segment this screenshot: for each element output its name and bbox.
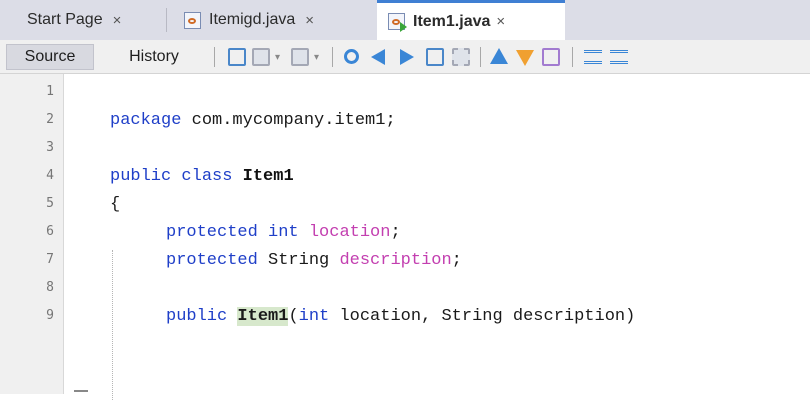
line-number: 1 <box>46 84 54 99</box>
editor-toolbar: Source History ▾ ▾ <box>0 40 810 74</box>
keyword: protected <box>166 223 258 242</box>
keyword: public <box>166 307 228 326</box>
code-text: { <box>110 195 121 214</box>
java-run-file-icon <box>388 13 407 32</box>
find-previous-icon[interactable] <box>371 49 385 65</box>
find-selection-icon[interactable] <box>344 49 359 64</box>
code-line-4: public class Item1 <box>110 167 294 186</box>
code-line-5: { <box>110 195 120 214</box>
history-button[interactable]: History <box>107 44 201 70</box>
code-text: ; <box>390 223 401 242</box>
tab-item1-java[interactable]: Item1.java × <box>377 0 565 40</box>
chevron-down-icon[interactable]: ▾ <box>275 52 280 63</box>
line-number: 4 <box>46 168 54 183</box>
keyword: class <box>181 167 233 186</box>
toolbar-divider <box>214 47 215 67</box>
field-name: location <box>308 223 391 242</box>
code-text: ; <box>451 251 462 270</box>
back-icon[interactable] <box>252 48 270 66</box>
editor-tab-bar: Start Page × Itemigd.java × Item1.java × <box>0 0 810 40</box>
next-bookmark-icon[interactable] <box>516 50 534 66</box>
chevron-down-icon[interactable]: ▾ <box>314 52 319 63</box>
last-edit-icon[interactable] <box>228 48 246 66</box>
tab-start-page[interactable]: Start Page × <box>17 0 159 40</box>
type-name: String <box>441 307 503 326</box>
tab-label: Start Page <box>27 11 103 28</box>
code-line-7: protected String description; <box>166 251 462 270</box>
java-file-icon <box>184 11 201 29</box>
line-number: 9 <box>46 308 54 323</box>
highlighted-constructor-name: Item1 <box>237 307 289 326</box>
fold-marker-icon[interactable] <box>74 390 88 392</box>
line-number: 7 <box>46 252 54 267</box>
shift-left-icon[interactable] <box>584 50 602 64</box>
find-next-icon[interactable] <box>400 49 414 65</box>
tab-itemigd-java[interactable]: Itemigd.java × <box>174 0 373 40</box>
toolbar-divider <box>572 47 573 67</box>
tab-divider <box>166 8 167 32</box>
close-icon[interactable]: × <box>496 13 505 30</box>
code-editor[interactable]: 1 2 3 4 5 6 7 8 9 package com.mycompany.… <box>0 74 810 400</box>
keyword: package <box>110 111 182 130</box>
source-button[interactable]: Source <box>6 44 94 70</box>
toolbar-divider <box>332 47 333 67</box>
field-name: description <box>339 251 452 270</box>
tab-label: Itemigd.java <box>209 11 296 28</box>
indent-guide <box>112 250 113 400</box>
close-icon[interactable]: × <box>113 12 122 29</box>
tab-label: Item1.java <box>413 12 491 30</box>
code-text: location, <box>329 307 442 326</box>
toggle-highlight-icon[interactable] <box>426 48 444 66</box>
toggle-bookmark-icon[interactable] <box>542 48 560 66</box>
line-number: 8 <box>46 280 54 295</box>
forward-icon[interactable] <box>291 48 309 66</box>
code-text: description) <box>502 307 636 326</box>
code-line-2: package com.mycompany.item1; <box>110 111 396 130</box>
toggle-rectangular-selection-icon[interactable] <box>452 48 470 66</box>
type-name: String <box>268 251 330 270</box>
shift-right-icon[interactable] <box>610 50 628 64</box>
line-number: 3 <box>46 140 54 155</box>
code-line-9: public Item1(int location, String descri… <box>166 307 635 326</box>
keyword: int <box>268 223 299 242</box>
keyword: public <box>110 167 172 186</box>
line-number: 5 <box>46 196 54 211</box>
code-text: ( <box>288 307 299 326</box>
line-number-gutter: 1 2 3 4 5 6 7 8 9 <box>0 74 64 394</box>
toolbar-divider <box>480 47 481 67</box>
class-name: Item1 <box>242 167 294 186</box>
code-text: com.mycompany.item1; <box>181 111 396 130</box>
keyword: protected <box>166 251 258 270</box>
line-number: 6 <box>46 224 54 239</box>
close-icon[interactable]: × <box>305 12 314 29</box>
line-number: 2 <box>46 112 54 127</box>
keyword: int <box>298 307 330 326</box>
code-line-6: protected int location; <box>166 223 401 242</box>
previous-bookmark-icon[interactable] <box>490 48 508 64</box>
